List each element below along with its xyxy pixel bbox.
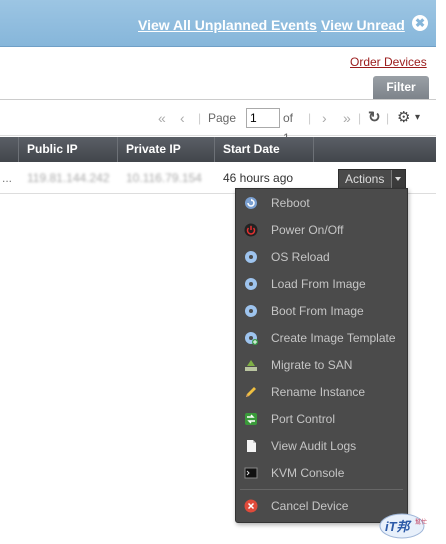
gear-icon[interactable]: ⚙ xyxy=(397,108,410,128)
menu-item-load-from-image[interactable]: Load From Image xyxy=(236,272,407,296)
notification-banner: View All Unplanned Events View Unread ✖ xyxy=(0,0,436,47)
column-header-public-ip[interactable]: Public IP xyxy=(18,137,118,162)
cancel-icon xyxy=(244,499,258,513)
menu-item-label: KVM Console xyxy=(271,466,345,480)
disc-icon xyxy=(245,251,257,263)
actions-menu: Reboot Power On/Off OS Reload Load From … xyxy=(235,188,408,523)
column-header-actions xyxy=(313,137,436,162)
order-devices-link[interactable]: Order Devices xyxy=(350,55,427,69)
chevron-down-icon[interactable]: ▾ xyxy=(415,108,420,128)
toolbar-separator: | xyxy=(358,111,362,125)
chevron-down-icon[interactable] xyxy=(391,170,405,188)
actions-dropdown-button[interactable]: Actions xyxy=(338,169,406,189)
menu-item-migrate-to-san[interactable]: Migrate to SAN xyxy=(236,353,407,377)
view-all-unplanned-events-link[interactable]: View All Unplanned Events xyxy=(138,17,317,33)
toolbar-separator: | xyxy=(198,111,202,125)
filter-tab[interactable]: Filter xyxy=(373,76,429,99)
pencil-icon xyxy=(246,387,256,397)
next-page-button[interactable]: › xyxy=(322,108,327,128)
previous-page-button[interactable]: ‹ xyxy=(180,108,185,128)
private-ip-value: 10.116.79.154 xyxy=(126,171,202,185)
menu-item-label: Cancel Device xyxy=(271,499,349,513)
menu-item-label: Rename Instance xyxy=(271,385,366,399)
disc-add-icon xyxy=(245,332,258,345)
menu-item-label: Reboot xyxy=(271,196,310,210)
menu-item-kvm-console[interactable]: KVM Console xyxy=(236,461,407,485)
menu-item-rename-instance[interactable]: Rename Instance xyxy=(236,380,407,404)
menu-item-label: Load From Image xyxy=(271,277,366,291)
menu-item-boot-from-image[interactable]: Boot From Image xyxy=(236,299,407,323)
watermark-subtext: 幫忙 xyxy=(415,518,427,526)
menu-item-label: Create Image Template xyxy=(271,331,396,345)
toolbar-separator: | xyxy=(308,111,312,125)
watermark-logo: iT邦 幫忙 xyxy=(379,513,427,539)
table-header: Public IP Private IP Start Date xyxy=(0,137,436,162)
menu-item-label: Port Control xyxy=(271,412,336,426)
page-number-input[interactable] xyxy=(246,108,280,128)
divider xyxy=(0,135,436,136)
column-header-start-date[interactable]: Start Date xyxy=(214,137,313,162)
menu-item-power-on-off[interactable]: Power On/Off xyxy=(236,218,407,242)
divider xyxy=(0,99,436,100)
close-icon[interactable]: ✖ xyxy=(412,15,428,31)
watermark-text: iT邦 xyxy=(385,519,413,534)
column-header-private-ip[interactable]: Private IP xyxy=(117,137,214,162)
console-icon xyxy=(244,467,258,479)
disc-icon xyxy=(245,278,257,290)
first-page-button[interactable]: « xyxy=(158,108,166,128)
menu-item-label: Power On/Off xyxy=(271,223,344,237)
port-icon xyxy=(245,413,257,425)
document-icon xyxy=(247,440,256,452)
menu-item-reboot[interactable]: Reboot xyxy=(236,191,407,215)
menu-item-label: OS Reload xyxy=(271,250,330,264)
toolbar-separator: | xyxy=(386,111,390,125)
view-unread-link[interactable]: View Unread xyxy=(321,17,405,33)
public-ip-value: 119.81.144.242 xyxy=(27,171,110,185)
menu-item-os-reload[interactable]: OS Reload xyxy=(236,245,407,269)
menu-item-label: Boot From Image xyxy=(271,304,364,318)
refresh-icon[interactable]: ↻ xyxy=(368,108,381,128)
last-page-button[interactable]: » xyxy=(343,108,351,128)
menu-item-port-control[interactable]: Port Control xyxy=(236,407,407,431)
page-label: Page xyxy=(208,111,237,125)
truncated-cell: ... xyxy=(2,171,13,185)
menu-item-label: Migrate to SAN xyxy=(271,358,353,372)
menu-item-label: View Audit Logs xyxy=(271,439,357,453)
disc-icon xyxy=(245,305,257,317)
menu-item-create-image-template[interactable]: Create Image Template xyxy=(236,326,407,350)
reboot-icon xyxy=(245,197,257,209)
menu-item-view-audit-logs[interactable]: View Audit Logs xyxy=(236,434,407,458)
actions-button-label: Actions xyxy=(345,172,385,186)
power-icon xyxy=(244,223,258,237)
migrate-icon xyxy=(245,360,257,371)
menu-separator xyxy=(240,489,403,490)
